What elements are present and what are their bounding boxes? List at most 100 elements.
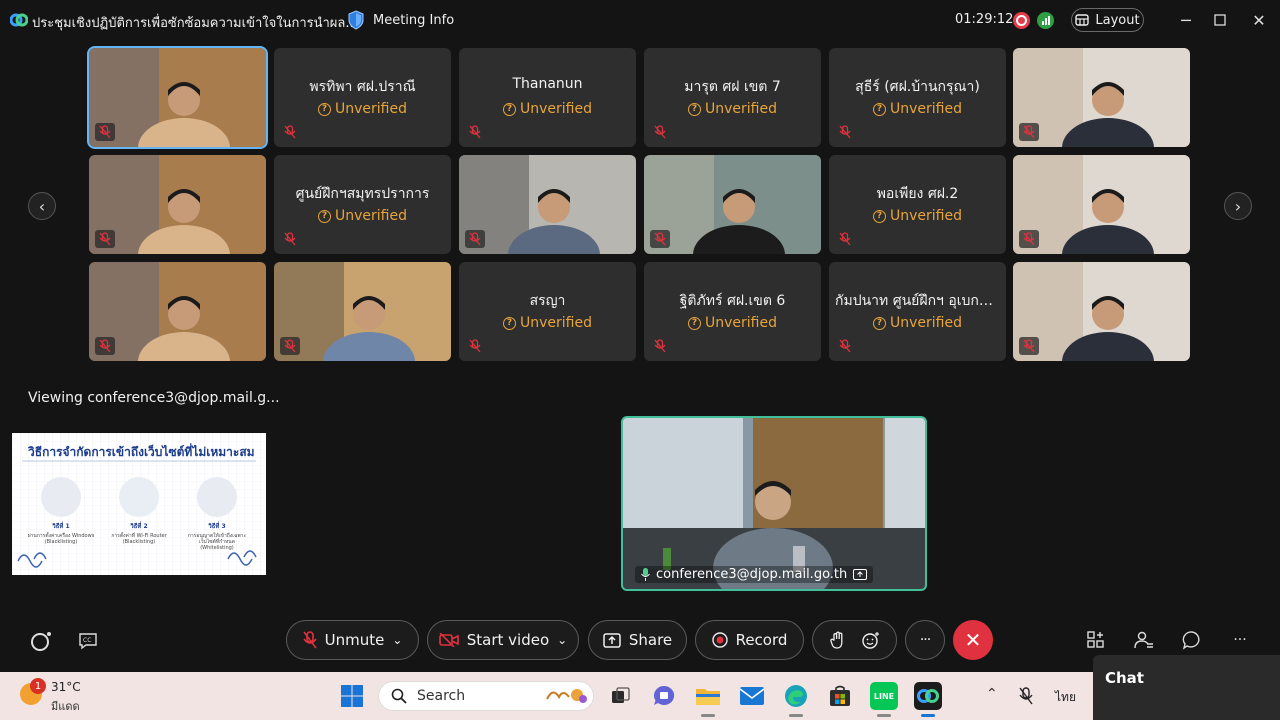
participant-video [89, 155, 266, 254]
record-icon [711, 632, 728, 648]
share-screen-icon [603, 632, 621, 648]
more-options-button[interactable]: ··· [905, 620, 945, 660]
emoji-reaction-icon[interactable] [861, 631, 880, 649]
mic-muted-icon [465, 123, 485, 141]
apps-icon[interactable] [1084, 628, 1108, 652]
mic-muted-tray-icon[interactable] [1014, 684, 1038, 708]
webex-logo-icon [10, 13, 28, 27]
participant-name: กัมปนาท ศูนย์ฝึกฯ อุเบกข... [835, 293, 1002, 309]
participant-status: ? Unverified [459, 101, 636, 117]
unverified-icon: ? [318, 102, 331, 116]
task-view-icon[interactable] [606, 682, 634, 710]
search-label: Search [417, 688, 466, 704]
file-explorer-icon[interactable] [694, 682, 722, 710]
chat-panel[interactable]: Chat [1093, 655, 1280, 720]
participant-tile[interactable] [1013, 262, 1190, 361]
participant-status: ? Unverified [829, 208, 1006, 224]
layout-button[interactable]: Layout [1071, 8, 1144, 32]
language-indicator[interactable]: ไทย [1055, 688, 1076, 707]
share-button[interactable]: Share [588, 620, 687, 660]
chat-icon[interactable] [1180, 628, 1204, 652]
chevron-down-icon[interactable]: ⌄ [392, 633, 402, 647]
active-speaker-video[interactable]: conference3@djop.mail.go.th [621, 416, 927, 591]
prev-page-button[interactable]: ‹ [28, 192, 56, 220]
participant-status: ? Unverified [829, 101, 1006, 117]
viewing-share-label: Viewing conference3@djop.mail.g... [28, 390, 280, 406]
svg-text:CC: CC [83, 637, 91, 644]
participants-icon[interactable] [1132, 628, 1156, 652]
participant-status: ? Unverified [274, 101, 451, 117]
participant-tile[interactable] [89, 155, 266, 254]
mic-muted-icon [835, 230, 855, 248]
meeting-info-button[interactable]: Meeting Info [347, 10, 454, 30]
next-page-button[interactable]: › [1224, 192, 1252, 220]
participant-tile[interactable] [274, 262, 451, 361]
participant-name: สุธีร์ (ศฝ.บ้านกรุณา) [855, 79, 980, 95]
unverified-icon: ? [873, 209, 886, 223]
unverified-label: Unverified [705, 315, 777, 331]
participant-tile[interactable] [459, 155, 636, 254]
tray-overflow-icon[interactable]: ⌃ [986, 686, 998, 702]
store-icon[interactable] [826, 682, 854, 710]
maximize-icon[interactable] [1210, 10, 1230, 30]
participant-tile[interactable]: Thananun? Unverified [459, 48, 636, 147]
participant-tile[interactable]: ศูนย์ฝึกฯสมุทรปราการ? Unverified [274, 155, 451, 254]
record-label: Record [735, 631, 788, 649]
more-label: ··· [919, 632, 931, 648]
unmute-label: Unmute [324, 631, 385, 649]
mail-icon[interactable] [738, 682, 766, 710]
participant-tile[interactable] [87, 46, 268, 149]
meeting-window: ประชุมเชิงปฏิบัติการเพื่อซักซ้อมความเข้า… [0, 0, 1280, 672]
participant-tile[interactable] [89, 262, 266, 361]
participant-tile[interactable] [644, 155, 821, 254]
edge-browser-icon[interactable] [782, 682, 810, 710]
reactions-group [812, 620, 897, 660]
chevron-down-icon[interactable]: ⌄ [557, 633, 567, 647]
participant-tile[interactable]: พรทิพา ศฝ.ปราณี? Unverified [274, 48, 451, 147]
mic-muted-icon [1019, 123, 1039, 141]
raise-hand-icon[interactable] [829, 631, 846, 649]
start-button[interactable] [338, 682, 366, 710]
webex-assistant-icon[interactable] [29, 629, 53, 653]
unverified-label: Unverified [520, 101, 592, 117]
weather-temp[interactable]: 31°C [51, 680, 81, 694]
method-label: วิธีที่ 1 [52, 523, 70, 530]
meeting-info-label: Meeting Info [373, 12, 455, 28]
running-indicator [701, 714, 715, 717]
weather-condition: มีแดด [51, 700, 80, 713]
unmute-button[interactable]: Unmute ⌄ [286, 620, 419, 660]
record-button[interactable]: Record [695, 620, 804, 660]
close-window-icon[interactable]: ✕ [1249, 10, 1269, 30]
start-video-button[interactable]: Start video ⌄ [427, 620, 579, 660]
participant-tile[interactable]: พอเพียง ศฝ.2? Unverified [829, 155, 1006, 254]
line-app-icon[interactable]: LINE [870, 682, 898, 710]
participant-tile[interactable]: มารุต ศฝ เขต 7? Unverified [644, 48, 821, 147]
recording-indicator-icon[interactable] [1013, 12, 1030, 29]
mic-icon [641, 568, 650, 581]
minimize-icon[interactable]: ─ [1176, 10, 1196, 30]
participant-video [89, 48, 266, 147]
weather-badge: 1 [30, 678, 46, 694]
layout-label: Layout [1095, 12, 1140, 28]
participant-video [1013, 48, 1190, 147]
participant-video [1013, 155, 1190, 254]
participant-tile[interactable]: สรญา? Unverified [459, 262, 636, 361]
participant-tile[interactable] [1013, 155, 1190, 254]
participant-tile[interactable]: สุธีร์ (ศฝ.บ้านกรุณา) ? Unverified [829, 48, 1006, 147]
method-label: วิธีที่ 3 [208, 523, 226, 530]
participant-status: ? Unverified [644, 315, 821, 331]
closed-captions-icon[interactable]: CC [76, 629, 100, 653]
taskbar-search[interactable]: Search [378, 681, 594, 711]
leave-meeting-button[interactable]: ✕ [953, 620, 993, 660]
participant-tile[interactable] [1013, 48, 1190, 147]
participant-name: ฐิติภัทร์ ศฝ.เขต 6 [679, 293, 786, 309]
participant-tile[interactable]: กัมปนาท ศูนย์ฝึกฯ อุเบกข...? Unverified [829, 262, 1006, 361]
unverified-label: Unverified [890, 315, 962, 331]
more-panels-icon[interactable]: ··· [1228, 628, 1252, 652]
participant-tile[interactable]: ฐิติภัทร์ ศฝ.เขต 6 ? Unverified [644, 262, 821, 361]
shared-content-thumbnail[interactable]: วิธีการจำกัดการเข้าถึงเว็บไซต์ที่ไม่เหมา… [12, 433, 266, 575]
network-health-icon[interactable] [1037, 12, 1054, 29]
teams-chat-icon[interactable] [650, 682, 678, 710]
webex-app-icon[interactable] [914, 682, 942, 710]
slide-method-1: วิธีที่ 1 ผ่านการตั้งค่าเครื่อง Windows … [26, 475, 96, 555]
